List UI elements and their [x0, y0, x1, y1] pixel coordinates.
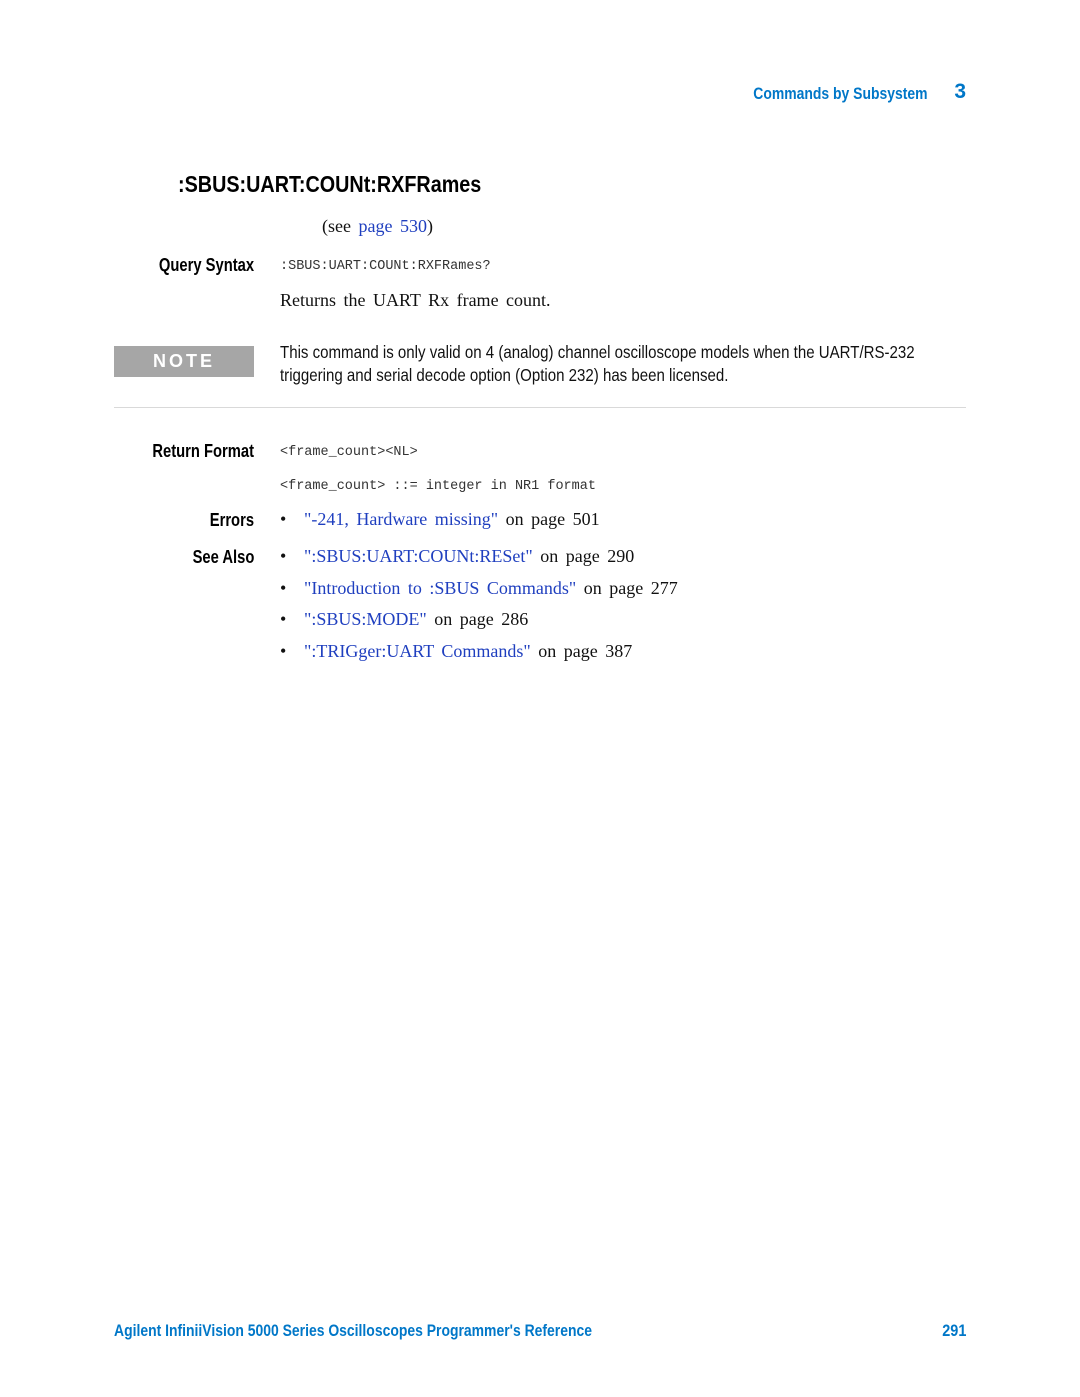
- bullet-icon: •: [280, 546, 287, 566]
- see-also-page-ref: on page 286: [426, 609, 529, 629]
- error-link[interactable]: "-241, Hardware missing": [304, 509, 498, 529]
- errors-label: Errors: [209, 510, 254, 530]
- see-also-link[interactable]: "Introduction to :SBUS Commands": [304, 578, 576, 598]
- query-syntax-code: :SBUS:UART:COUNt:RXFRames?: [280, 259, 491, 274]
- bullet-icon: •: [280, 578, 287, 598]
- see-also-page-ref: on page 277: [576, 578, 678, 598]
- bullet-icon: •: [280, 641, 287, 661]
- return-format-line-1: <frame_count><NL>: [280, 445, 418, 460]
- header-section-title: Commands by Subsystem: [753, 84, 928, 103]
- see-ref-prefix: (see: [322, 216, 359, 236]
- see-also-page-ref: on page 290: [532, 546, 635, 566]
- footer-document-title: Agilent InfiniiVision 5000 Series Oscill…: [114, 1321, 592, 1340]
- return-format-line-2: <frame_count> ::= integer in NR1 format: [280, 479, 596, 494]
- error-page-ref: on page 501: [498, 509, 600, 529]
- header-chapter-number: 3: [954, 80, 966, 103]
- see-also-link[interactable]: ":TRIGger:UART Commands": [304, 641, 531, 661]
- page-title: :SBUS:UART:COUNt:RXFRames: [178, 171, 482, 197]
- see-also-label: See Also: [192, 547, 254, 567]
- see-ref-link[interactable]: page 530: [358, 216, 426, 236]
- see-also-link[interactable]: ":SBUS:UART:COUNt:RESet": [304, 546, 533, 566]
- note-text: This command is only valid on 4 (analog)…: [280, 342, 915, 385]
- see-also-list-item: • ":SBUS:UART:COUNt:RESet" on page 290: [280, 546, 634, 567]
- note-divider: [114, 407, 966, 408]
- bullet-icon: •: [280, 609, 287, 629]
- return-format-label: Return Format: [152, 441, 254, 461]
- query-syntax-label: Query Syntax: [158, 255, 254, 275]
- see-also-page-ref: on page 387: [530, 641, 633, 661]
- errors-list-item: • "-241, Hardware missing" on page 501: [280, 509, 600, 530]
- see-also-list-item: • ":SBUS:MODE" on page 286: [280, 609, 528, 630]
- see-ref-suffix: ): [426, 216, 433, 236]
- footer-page-number: 291: [941, 1321, 966, 1340]
- see-also-list-item: • "Introduction to :SBUS Commands" on pag…: [280, 578, 678, 599]
- see-also-list-item: • ":TRIGger:UART Commands" on page 387: [280, 641, 632, 662]
- see-also-link[interactable]: ":SBUS:MODE": [304, 609, 427, 629]
- see-page-reference: (see page 530): [322, 216, 433, 237]
- bullet-icon: •: [280, 509, 287, 529]
- note-badge: NOTE: [114, 346, 254, 377]
- query-description: Returns the UART Rx frame count.: [280, 290, 551, 310]
